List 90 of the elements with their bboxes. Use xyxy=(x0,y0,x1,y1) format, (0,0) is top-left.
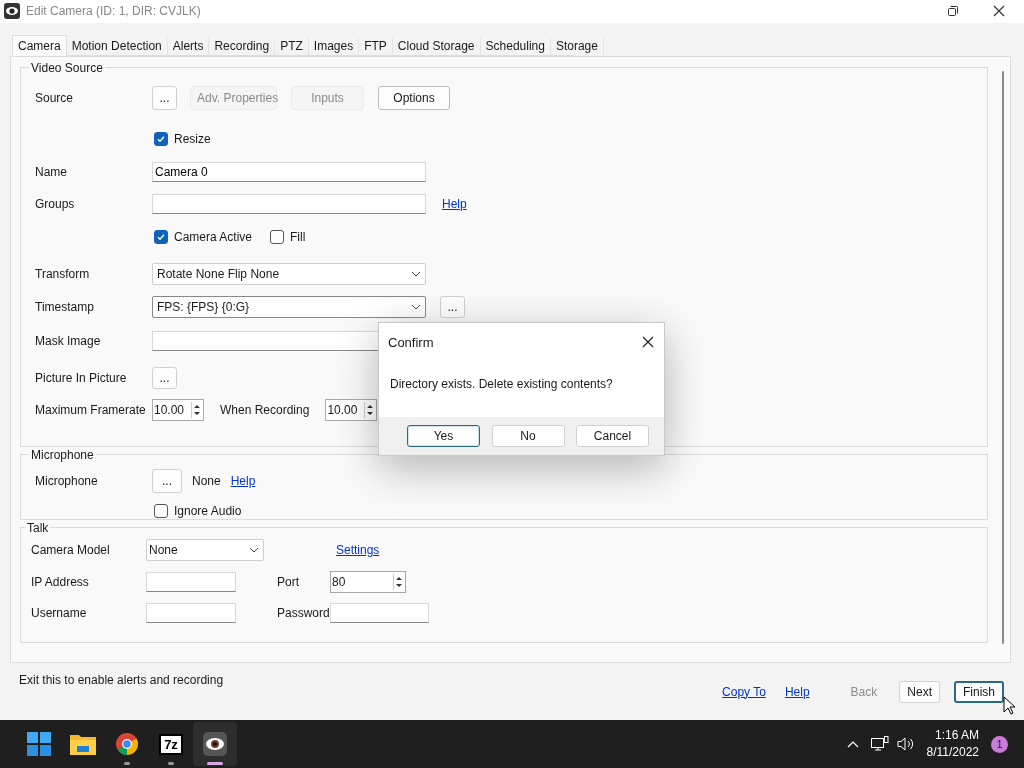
spin-arrows-icon[interactable] xyxy=(191,401,202,418)
ip-address-field[interactable] xyxy=(146,571,236,592)
browse-button[interactable]: ... xyxy=(152,366,177,389)
browser-icon[interactable] xyxy=(115,732,139,757)
settings-link[interactable]: Settings xyxy=(336,542,380,557)
password-field[interactable] xyxy=(330,602,429,623)
field-label: Transform xyxy=(35,266,91,281)
camera-model-dropdown[interactable]: None xyxy=(146,538,264,561)
clock[interactable]: 1:16 AM 8/11/2022 xyxy=(926,727,979,762)
checkbox-label: Camera Active xyxy=(174,229,253,244)
tab[interactable]: Storage xyxy=(550,37,604,55)
checkbox-label: Resize xyxy=(174,131,211,146)
spin-arrows-icon[interactable] xyxy=(393,573,404,590)
chevron-up-icon[interactable] xyxy=(846,740,859,749)
eye-icon xyxy=(4,3,20,20)
wizard-button[interactable]: Next xyxy=(899,680,940,703)
field-label: Username xyxy=(31,605,88,620)
close-icon[interactable] xyxy=(993,5,1005,18)
field-label: Source xyxy=(35,90,75,105)
clock-time: 1:16 AM xyxy=(934,727,979,745)
transform-dropdown[interactable]: Rotate None Flip None xyxy=(152,262,426,285)
checkbox[interactable] xyxy=(270,229,285,244)
help-link[interactable]: Help xyxy=(442,196,467,211)
clock-date: 8/11/2022 xyxy=(926,744,979,762)
group-title: Microphone xyxy=(30,447,95,462)
microphone-value: None xyxy=(192,473,221,488)
timestamp-dropdown[interactable]: FPS: {FPS} {0:G} xyxy=(152,295,426,318)
field-label: Microphone xyxy=(35,473,99,488)
field-label: Camera Model xyxy=(31,542,111,557)
tab[interactable]: Motion Detection xyxy=(66,37,168,55)
tab[interactable]: Camera xyxy=(12,34,67,56)
framerate-spinbox[interactable]: 10.00 xyxy=(152,398,204,421)
browse-button[interactable]: ... xyxy=(152,468,182,493)
dialog-button[interactable]: Cancel xyxy=(576,425,649,447)
framerate-spinbox[interactable]: 10.00 xyxy=(325,398,378,421)
field-label: Password xyxy=(277,605,330,620)
footer-link[interactable]: Help xyxy=(784,684,810,699)
source-button[interactable]: ... xyxy=(152,85,177,110)
archiver-icon[interactable]: 7z xyxy=(159,733,183,755)
restore-icon[interactable] xyxy=(947,5,959,18)
source-button[interactable]: Options xyxy=(378,85,450,110)
spin-arrows-icon[interactable] xyxy=(364,401,376,418)
close-icon[interactable] xyxy=(642,336,654,348)
chevron-down-icon xyxy=(411,270,421,277)
port-spinbox[interactable]: 80 xyxy=(330,570,406,593)
window-title: Edit Camera (ID: 1, DIR: CVJLK) xyxy=(26,4,201,19)
dialog-title: Confirm xyxy=(388,334,434,350)
tab[interactable]: Cloud Storage xyxy=(392,37,481,55)
checkbox[interactable] xyxy=(154,131,168,146)
field-label: Picture In Picture xyxy=(35,370,128,385)
name-field[interactable]: Camera 0 xyxy=(152,161,426,182)
status-text: Exit this to enable alerts and recording xyxy=(19,673,224,688)
tab[interactable]: Images xyxy=(308,37,360,55)
field-label: Name xyxy=(35,164,68,179)
username-field[interactable] xyxy=(146,602,236,623)
checkbox[interactable] xyxy=(154,229,168,244)
chevron-down-icon xyxy=(249,546,259,553)
field-label: When Recording xyxy=(220,402,310,417)
dialog-button[interactable]: Yes xyxy=(407,425,480,447)
browse-button[interactable]: ... xyxy=(440,295,465,318)
groups-field[interactable] xyxy=(152,193,426,214)
field-label: IP Address xyxy=(31,574,90,589)
dialog-button[interactable]: No xyxy=(491,425,565,447)
tab[interactable]: Recording xyxy=(209,37,276,55)
help-link[interactable]: Help xyxy=(230,473,256,488)
footer-link[interactable]: Copy To xyxy=(722,684,766,699)
tab[interactable]: PTZ xyxy=(275,37,309,55)
chevron-down-icon xyxy=(411,303,421,310)
tab[interactable]: Scheduling xyxy=(480,37,551,55)
tab[interactable]: FTP xyxy=(359,37,393,55)
pointer-icon xyxy=(1003,696,1016,716)
volume-icon[interactable] xyxy=(896,736,915,753)
field-label: Maximum Framerate xyxy=(35,402,147,417)
folder-icon[interactable] xyxy=(70,733,96,756)
eye-icon[interactable] xyxy=(203,732,227,757)
notification-badge[interactable]: 1 xyxy=(991,735,1008,753)
dialog-message: Directory exists. Delete existing contents? xyxy=(389,376,614,393)
network-icon[interactable] xyxy=(870,736,889,753)
checkbox[interactable] xyxy=(154,503,168,518)
field-label: Timestamp xyxy=(35,299,95,314)
field-label: Port xyxy=(277,574,300,589)
group-title: Talk xyxy=(26,520,50,535)
windows-icon[interactable] xyxy=(27,732,51,757)
checkbox-label: Fill xyxy=(290,229,306,244)
tab[interactable]: Alerts xyxy=(167,37,210,55)
wizard-button[interactable]: Finish xyxy=(954,680,1004,703)
checkbox-label: Ignore Audio xyxy=(174,503,242,518)
group-title: Video Source xyxy=(30,60,104,75)
field-label: Mask Image xyxy=(35,333,102,348)
field-label: Groups xyxy=(35,196,76,211)
